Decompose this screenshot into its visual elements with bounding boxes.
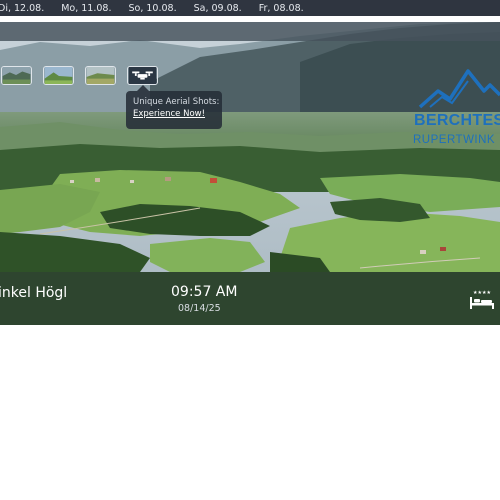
thumbnail-hill[interactable] (85, 66, 116, 85)
logo-subtitle: RUPERTWINK (413, 134, 496, 146)
archive-date-tue[interactable]: Di, 12.08. (0, 3, 44, 14)
thumbnail-mountain-view[interactable] (1, 66, 32, 85)
archive-date-fri[interactable]: Fr, 08.08. (259, 3, 304, 14)
aerial-shots-tooltip: Unique Aerial Shots: Experience Now! (126, 85, 222, 129)
capture-date: 08/14/25 (178, 303, 221, 314)
capture-time: 09:57 AM (171, 284, 238, 300)
info-band (0, 272, 500, 325)
archive-date-bar: Di, 12.08. Mo, 11.08. So, 10.08. Sa, 09.… (0, 0, 500, 16)
webcam-image[interactable]: Unique Aerial Shots: Experience Now! BER… (0, 22, 500, 325)
thumbnail-aerial-drone[interactable] (127, 66, 158, 85)
mountain-thumb-icon (2, 67, 31, 84)
archive-date-sun[interactable]: So, 10.08. (128, 3, 176, 14)
svg-text:★★★★: ★★★★ (473, 290, 491, 296)
archive-date-mon[interactable]: Mo, 11.08. (61, 3, 111, 14)
logo-title: BERCHTES (414, 112, 500, 129)
valley-thumb-icon (44, 67, 73, 84)
thumbnail-strip (0, 66, 169, 86)
drone-icon (128, 67, 157, 84)
experience-now-link[interactable]: Experience Now! (133, 108, 215, 120)
webcam-page: Di, 12.08. Mo, 11.08. So, 10.08. Sa, 09.… (0, 0, 500, 500)
archive-date-sat[interactable]: Sa, 09.08. (194, 3, 242, 14)
thumbnail-valley[interactable] (43, 66, 74, 85)
location-name: inkel Högl (0, 285, 68, 301)
title-band (0, 22, 500, 41)
tooltip-title: Unique Aerial Shots: (133, 97, 220, 107)
hill-thumb-icon (86, 67, 115, 84)
hotel-bed-icon[interactable]: ★★★★ (468, 288, 498, 312)
